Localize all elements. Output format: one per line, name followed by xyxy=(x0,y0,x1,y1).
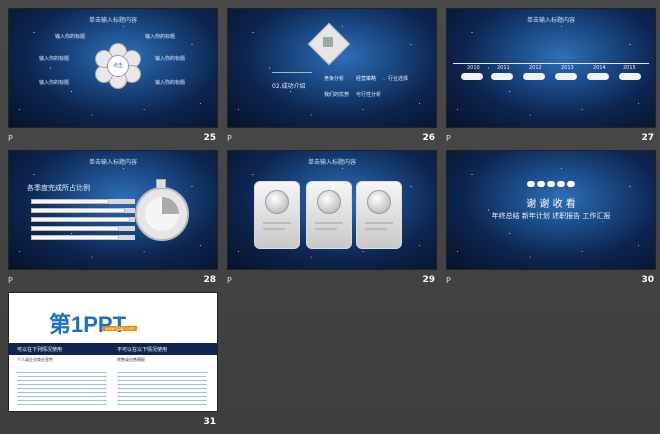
slide-number: 29 xyxy=(422,275,435,285)
center-label: 点击 xyxy=(107,55,129,77)
dot-row xyxy=(527,181,575,187)
stopwatch-icon xyxy=(135,187,189,241)
slide-preview: 单击输入标题内容 2010 2011 2012 2013 2014 2015 xyxy=(446,8,656,128)
slide-title: 单击输入标题内容 xyxy=(307,159,356,166)
section-heading: 02.成功介绍 xyxy=(272,83,306,90)
slide-number: 25 xyxy=(203,133,216,143)
bar xyxy=(31,217,130,222)
notes-icon[interactable]: P xyxy=(446,276,451,285)
notes-icon[interactable]: P xyxy=(446,134,451,143)
timeline-line xyxy=(453,63,649,64)
slide-preview: 单击输入标题内容 各季度完成所占比例 xyxy=(8,150,218,270)
info-card xyxy=(306,181,352,249)
slide-number: 31 xyxy=(203,417,216,427)
slide-title: 单击输入标题内容 xyxy=(88,17,137,24)
slide-preview: 单击输入标题内容 点击 输入你的标题 输入你的标题 输入你的标题 输入你的标题 … xyxy=(8,8,218,128)
slide-preview: 谢 谢 收 看 年终总结 新年计划 述职报告 工作汇报 xyxy=(446,150,656,270)
info-card xyxy=(356,181,402,249)
info-card xyxy=(254,181,300,249)
notes-icon[interactable]: P xyxy=(8,134,13,143)
bar xyxy=(31,199,109,204)
chart-heading: 各季度完成所占比例 xyxy=(27,184,90,192)
bar xyxy=(31,226,120,231)
slide-number: 30 xyxy=(641,275,654,285)
subtitle-text: 年终总结 新年计划 述职报告 工作汇报 xyxy=(491,212,611,220)
slide-title: 单击输入标题内容 xyxy=(88,159,137,166)
slide-number: 27 xyxy=(641,133,654,143)
brand-logo: 第1PPT xyxy=(49,312,127,337)
petal-diagram: 点击 xyxy=(95,43,141,89)
notes-icon[interactable]: P xyxy=(227,276,232,285)
bar xyxy=(31,235,120,240)
slide-preview: 单击输入标题内容 xyxy=(227,150,437,270)
slide-preview: 第1PPT www.1ppt.com 可以在下列情况使用 不可以在以下情况使用 … xyxy=(8,292,218,412)
bar xyxy=(31,208,125,213)
slide-preview: 02.成功介绍 竞争分析 我们的优势 经营策略 可行性分析 行业选择 xyxy=(227,8,437,128)
thanks-text: 谢 谢 收 看 xyxy=(526,199,576,210)
slide-title: 单击输入标题内容 xyxy=(526,17,575,24)
slide-number: 26 xyxy=(422,133,435,143)
notes-icon[interactable]: P xyxy=(8,276,13,285)
slide-number: 28 xyxy=(203,275,216,285)
notes-icon[interactable]: P xyxy=(227,134,232,143)
site-url: www.1ppt.com xyxy=(103,326,137,331)
